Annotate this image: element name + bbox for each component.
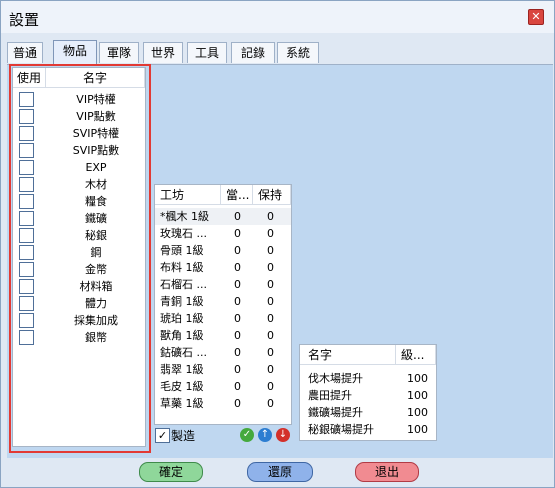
header-level[interactable]: 級... — [396, 345, 436, 365]
restore-button[interactable]: 還原 — [247, 462, 313, 482]
table-row[interactable]: 布料 1級 0 0 — [155, 259, 291, 276]
window-title: 設置 — [9, 11, 40, 29]
workshop-name: 獸角 1級 — [160, 329, 204, 342]
table-row[interactable]: 骨頭 1級 0 0 — [155, 242, 291, 259]
header-current[interactable]: 當... — [221, 185, 253, 205]
table-row[interactable]: 農田提升 100 — [300, 387, 436, 404]
header-workshop[interactable]: 工坊 — [155, 185, 221, 205]
confirm-button[interactable]: 確定 — [139, 462, 203, 482]
craft-checkbox[interactable]: ✓ — [155, 428, 170, 443]
upgrade-level: 100 — [407, 423, 428, 436]
current-value: 0 — [234, 295, 241, 308]
workshop-name: 翡翠 1級 — [160, 363, 204, 376]
workshop-name: 草藥 1級 — [160, 397, 204, 410]
keep-value: 0 — [267, 329, 274, 342]
table-row[interactable]: 鈷礦石 ... 0 0 — [155, 344, 291, 361]
tab-items[interactable]: 物品 — [53, 40, 97, 64]
highlight-frame — [9, 64, 151, 453]
workshop-name: 琥珀 1級 — [160, 312, 204, 325]
tab-records[interactable]: 記錄 — [231, 42, 275, 63]
upgrade-name: 農田提升 — [308, 389, 352, 402]
workshop-name: 石榴石 ... — [160, 278, 207, 291]
table-row[interactable]: 獸角 1級 0 0 — [155, 327, 291, 344]
tab-world[interactable]: 世界 — [143, 42, 183, 63]
upgrade-level: 100 — [407, 389, 428, 402]
current-value: 0 — [234, 363, 241, 376]
workshop-name: 骨頭 1級 — [160, 244, 204, 257]
table-row[interactable]: 毛皮 1級 0 0 — [155, 378, 291, 395]
keep-value: 0 — [267, 278, 274, 291]
current-value: 0 — [234, 244, 241, 257]
current-value: 0 — [234, 227, 241, 240]
exit-button[interactable]: 退出 — [355, 462, 419, 482]
table-row[interactable]: 琥珀 1級 0 0 — [155, 310, 291, 327]
header-keep[interactable]: 保持 — [253, 185, 291, 205]
current-value: 0 — [234, 397, 241, 410]
current-value: 0 — [234, 278, 241, 291]
upgrade-list: 名字 級... 伐木場提升 100 農田提升 100 鐵礦場提升 100 秘銀礦… — [299, 344, 437, 441]
upgrade-name: 鐵礦場提升 — [308, 406, 363, 419]
current-value: 0 — [234, 380, 241, 393]
table-row[interactable]: 玫瑰石 ... 0 0 — [155, 225, 291, 242]
down-arrow-icon[interactable]: ↓ — [276, 428, 290, 442]
table-row[interactable]: 草藥 1級 0 0 — [155, 395, 291, 412]
current-value: 0 — [234, 329, 241, 342]
keep-value: 0 — [267, 312, 274, 325]
upgrade-name: 伐木場提升 — [308, 372, 363, 385]
keep-value: 0 — [267, 397, 274, 410]
keep-value: 0 — [267, 346, 274, 359]
current-value: 0 — [234, 346, 241, 359]
workshop-name: 青銅 1級 — [160, 295, 204, 308]
table-row[interactable]: 秘銀礦場提升 100 — [300, 421, 436, 438]
workshop-list: 工坊 當... 保持 *楓木 1級 0 0 玫瑰石 ... 0 0 骨頭 1級 … — [154, 184, 292, 425]
table-row[interactable]: *楓木 1級 0 0 — [155, 208, 291, 225]
craft-label: 製造 — [171, 429, 196, 443]
current-value: 0 — [234, 210, 241, 223]
close-icon[interactable]: ✕ — [528, 9, 544, 25]
table-row[interactable]: 石榴石 ... 0 0 — [155, 276, 291, 293]
workshop-name: 毛皮 1級 — [160, 380, 204, 393]
keep-value: 0 — [267, 380, 274, 393]
up-arrow-icon[interactable]: ↑ — [258, 428, 272, 442]
workshop-name: 布料 1級 — [160, 261, 204, 274]
upgrade-level: 100 — [407, 372, 428, 385]
workshop-name: *楓木 1級 — [160, 210, 209, 223]
tab-tools[interactable]: 工具 — [187, 42, 227, 63]
table-row[interactable]: 伐木場提升 100 — [300, 370, 436, 387]
table-row[interactable]: 鐵礦場提升 100 — [300, 404, 436, 421]
keep-value: 0 — [267, 295, 274, 308]
current-value: 0 — [234, 261, 241, 274]
workshop-name: 鈷礦石 ... — [160, 346, 207, 359]
workshop-name: 玫瑰石 ... — [160, 227, 207, 240]
header-upgrade-name[interactable]: 名字 — [300, 345, 396, 365]
keep-value: 0 — [267, 261, 274, 274]
upgrade-name: 秘銀礦場提升 — [308, 423, 374, 436]
keep-value: 0 — [267, 244, 274, 257]
keep-value: 0 — [267, 363, 274, 376]
upgrade-level: 100 — [407, 406, 428, 419]
keep-value: 0 — [267, 227, 274, 240]
table-row[interactable]: 青銅 1級 0 0 — [155, 293, 291, 310]
tab-general[interactable]: 普通 — [7, 42, 43, 63]
tab-army[interactable]: 軍隊 — [99, 42, 139, 63]
check-icon[interactable]: ✓ — [240, 428, 254, 442]
keep-value: 0 — [267, 210, 274, 223]
titlebar: 設置 ✕ — [1, 1, 554, 33]
table-row[interactable]: 翡翠 1級 0 0 — [155, 361, 291, 378]
current-value: 0 — [234, 312, 241, 325]
settings-window: 設置 ✕ 普通 物品 軍隊 世界 工具 記錄 系統 使用 名字 VIP特權 VI… — [0, 0, 555, 488]
tab-system[interactable]: 系統 — [277, 42, 319, 63]
